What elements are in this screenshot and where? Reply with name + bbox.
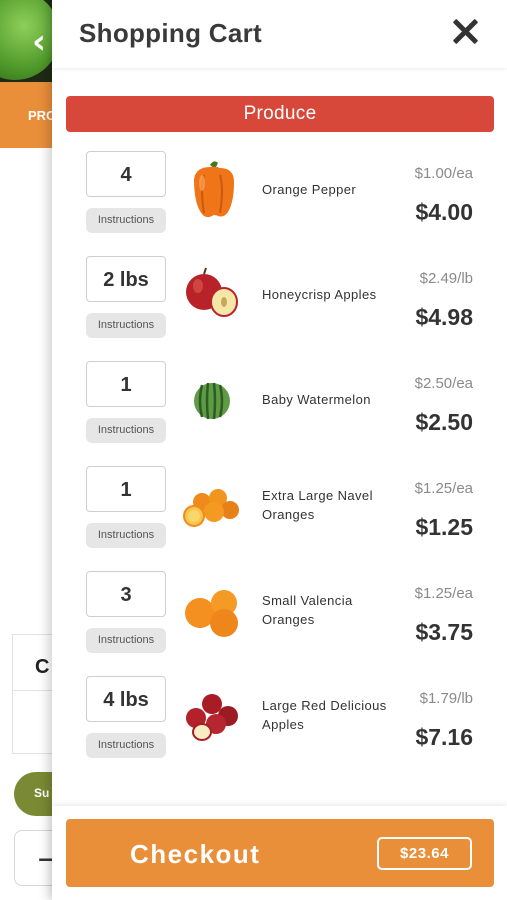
- cart-title: Shopping Cart: [79, 18, 262, 48]
- instructions-button[interactable]: Instructions: [86, 733, 166, 758]
- item-name: Small Valencia Oranges: [262, 593, 353, 627]
- cart-item: 4 Instructions Orange Pepper $1.00/ea $4…: [52, 151, 507, 251]
- cart-item: 4 lbs Instructions Large Red Delicious A…: [52, 676, 507, 776]
- unit-price: $2.50/ea: [414, 375, 473, 392]
- line-total: $7.16: [415, 724, 473, 750]
- line-total: $2.50: [415, 409, 473, 435]
- line-total: $4.98: [415, 304, 473, 330]
- background-card-heading: C: [35, 656, 50, 678]
- cart-item: 3 Instructions Small Valencia Oranges $1…: [52, 571, 507, 671]
- quantity-field[interactable]: 4: [86, 151, 166, 197]
- instructions-button[interactable]: Instructions: [86, 313, 166, 338]
- red-apples-icon: [186, 694, 238, 741]
- cart-footer: Checkout $23.64: [52, 806, 507, 900]
- item-name: Baby Watermelon: [262, 392, 371, 407]
- quantity-field[interactable]: 3: [86, 571, 166, 617]
- cart-item: 1 Instructions Extra Large Navel Oranges…: [52, 466, 507, 566]
- category-header: Produce: [66, 96, 494, 132]
- watermelon-icon: [194, 382, 230, 420]
- orange-pepper-icon: [194, 161, 234, 218]
- cart-header: Shopping Cart: [52, 0, 507, 68]
- apple-icon: [186, 267, 238, 317]
- checkout-button[interactable]: Checkout $23.64: [66, 819, 494, 887]
- unit-price: $1.25/ea: [414, 585, 473, 602]
- oranges-icon: [185, 590, 238, 637]
- submit-button-label: Su: [34, 786, 50, 800]
- instructions-button[interactable]: Instructions: [86, 208, 166, 233]
- checkout-total-badge: $23.64: [377, 837, 472, 870]
- quantity-field[interactable]: 4 lbs: [86, 676, 166, 722]
- oranges-icon: [183, 489, 239, 527]
- item-name: Honeycrisp Apples: [262, 287, 377, 302]
- quantity-field[interactable]: 1: [86, 466, 166, 512]
- unit-price: $1.25/ea: [414, 480, 473, 497]
- instructions-button[interactable]: Instructions: [86, 628, 166, 653]
- shopping-cart-drawer: Shopping Cart Produce 4 Instructions Ora…: [52, 0, 507, 900]
- quantity-field[interactable]: 1: [86, 361, 166, 407]
- quantity-field[interactable]: 2 lbs: [86, 256, 166, 302]
- instructions-button[interactable]: Instructions: [86, 523, 166, 548]
- item-name: Extra Large Navel Oranges: [262, 488, 373, 522]
- checkout-label: Checkout: [130, 839, 261, 869]
- unit-price: $1.00/ea: [414, 165, 473, 182]
- fruit-image: [0, 0, 60, 80]
- unit-price: $2.49/lb: [419, 270, 473, 287]
- item-name: Large Red Delicious Apples: [262, 698, 387, 732]
- cart-item: 1 Instructions Baby Watermelon $2.50/ea …: [52, 361, 507, 461]
- line-total: $1.25: [415, 514, 473, 540]
- cart-item: 2 lbs Instructions Honeycrisp Apples $2.…: [52, 256, 507, 356]
- line-total: $3.75: [415, 619, 473, 645]
- close-icon[interactable]: [448, 14, 482, 48]
- line-total: $4.00: [415, 199, 473, 225]
- unit-price: $1.79/lb: [419, 690, 473, 707]
- item-name: Orange Pepper: [262, 182, 357, 197]
- back-arrow-icon[interactable]: ‹: [32, 22, 46, 62]
- instructions-button[interactable]: Instructions: [86, 418, 166, 443]
- product-hero-image: [0, 0, 60, 82]
